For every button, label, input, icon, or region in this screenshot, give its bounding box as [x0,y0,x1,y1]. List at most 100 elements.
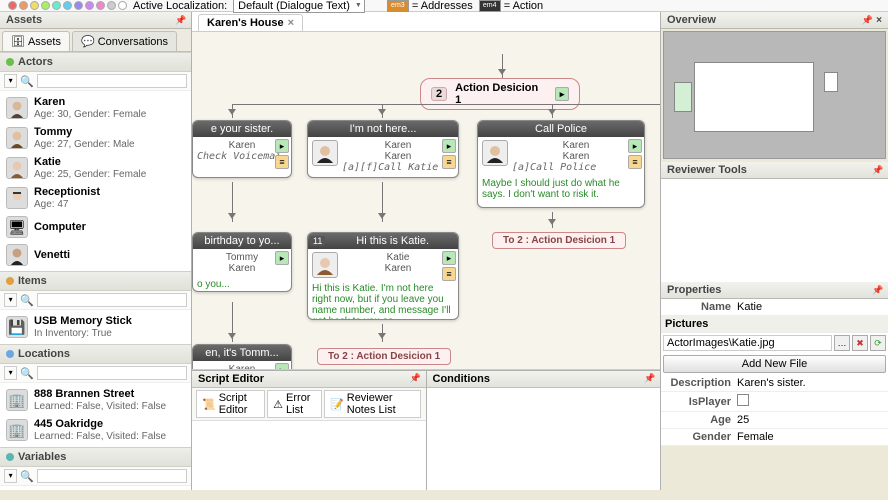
localization-label: Active Localization: [133,0,227,12]
isplayer-checkbox[interactable] [737,394,749,406]
link-node[interactable]: To 2 : Action Desicion 1 [317,348,451,365]
pin-icon[interactable]: 📌 [872,285,882,295]
script-editor-panel: Script Editor📌 📜Script Editor ⚠Error Lis… [192,371,427,490]
var-completed[interactable]: CompletedMission [ Boolean ]Initial Valu… [0,488,191,490]
pictures-header: Pictures [665,318,708,330]
conversation-tab[interactable]: Karen's House× [198,14,303,31]
close-icon[interactable]: × [288,17,294,29]
actor-item-karen[interactable]: KarenAge: 30, Gender: Female [0,93,191,123]
script-icon[interactable]: ≡ [442,155,456,169]
pin-icon[interactable]: 📌 [862,15,873,25]
actor-item-receptionist[interactable]: ReceptionistAge: 47 [0,183,191,213]
actor-item-computer[interactable]: 🖥Computer [0,213,191,241]
pin-icon[interactable]: 📌 [175,15,185,25]
actors-list: KarenAge: 30, Gender: Female TommyAge: 2… [0,91,191,271]
accept-icon[interactable]: ▸ [275,363,289,370]
dialogue-node[interactable]: e your sister. KarenCheck Voicemai ▸≡ [192,120,292,178]
tab-assets[interactable]: 🗄Assets [2,31,70,51]
locations-section-header[interactable]: Locations [0,345,191,364]
refresh-icon[interactable]: ⟳ [870,335,886,351]
dialogue-node[interactable]: en, it's Tomm... Karen ▸ [192,344,292,370]
omega-icon [6,453,14,461]
dialogue-node[interactable]: 11Hi this is Katie. KatieKaren Hi this i… [307,232,459,320]
prop-value-gender[interactable]: Female [737,431,884,443]
actor-item-katie[interactable]: KatieAge: 25, Gender: Female [0,153,191,183]
item-search-input[interactable] [37,293,187,307]
dialogue-node[interactable]: birthday to yo... TommyKaren o you... ▸ [192,232,292,292]
actor-avatar [312,140,338,166]
accept-icon[interactable]: ▸ [275,139,289,153]
overview-minimap[interactable] [663,31,886,159]
variables-section-header[interactable]: Variables [0,448,191,467]
prop-label-gender: Gender [665,431,737,443]
search-icon: 🔍 [20,367,34,380]
localization-dropdown[interactable]: Default (Dialogue Text) [233,0,365,13]
actors-section-header[interactable]: Actors [0,53,191,72]
tab-script-editor[interactable]: 📜Script Editor [196,390,265,418]
link-node[interactable]: To 2 : Action Desicion 1 [492,232,626,249]
chat-icon: 💬 [81,35,95,48]
search-icon: 🔍 [20,294,34,307]
filter-dropdown[interactable]: ▾ [4,469,17,483]
note-icon: 📝 [330,398,344,411]
filter-dropdown[interactable]: ▾ [4,366,17,380]
prop-label-age: Age [665,414,737,426]
prop-label-name: Name [665,301,737,313]
browse-icon[interactable]: … [834,335,850,351]
actor-avatar [312,252,338,278]
tab-error-list[interactable]: ⚠Error List [267,390,322,418]
decision-node[interactable]: 2 Action Desicion 1 ▸ [420,78,580,110]
location-brannen[interactable]: 🏢888 Brannen StreetLearned: False, Visit… [0,385,191,415]
play-icon[interactable]: ▸ [555,87,569,101]
legend-action: em4 = Action [479,0,543,12]
actor-search-input[interactable] [37,74,187,88]
search-icon: 🔍 [20,75,34,88]
dialogue-node[interactable]: I'm not here... KarenKaren[a][f]Call Kat… [307,120,459,178]
prop-label-isplayer: IsPlayer [665,396,737,408]
search-icon: 🔍 [20,470,34,483]
items-section-header[interactable]: Items [0,272,191,291]
tab-conversations[interactable]: 💬Conversations [72,31,177,51]
actor-avatar [482,140,508,166]
close-icon[interactable]: × [876,15,882,26]
dialogue-node[interactable]: Call Police KarenKaren[a]Call Police May… [477,120,645,208]
prop-label-desc: Description [665,377,737,389]
picture-path-input[interactable] [663,335,832,351]
tab-reviewer-notes[interactable]: 📝Reviewer Notes List [324,390,421,418]
item-usb[interactable]: 💾USB Memory StickIn Inventory: True [0,312,191,342]
pin-icon[interactable]: 📌 [644,373,654,383]
database-icon: 🗄 [11,35,25,48]
variable-search-input[interactable] [37,469,187,483]
reviewer-title: Reviewer Tools [667,164,747,176]
top-toolbar: Active Localization: Default (Dialogue T… [0,0,888,12]
accept-icon[interactable]: ▸ [628,139,642,153]
pin-icon[interactable]: 📌 [410,373,420,383]
filter-dropdown[interactable]: ▾ [4,293,17,307]
accept-icon[interactable]: ▸ [442,139,456,153]
overview-title: Overview [667,14,716,26]
color-palette[interactable] [8,1,127,10]
script-icon[interactable]: ≡ [275,155,289,169]
assets-panel: Assets 📌 🗄Assets 💬Conversations Actors ▾… [0,12,192,490]
delete-icon[interactable]: ✖ [852,335,868,351]
accept-icon[interactable]: ▸ [442,251,456,265]
dialogue-canvas[interactable]: 2 Action Desicion 1 ▸ e your sister. Kar… [192,32,660,370]
prop-value-age[interactable]: 25 [737,414,884,426]
accept-icon[interactable]: ▸ [275,251,289,265]
prop-value-name[interactable]: Katie [737,301,884,313]
filter-dropdown[interactable]: ▾ [4,74,17,88]
location-oakridge[interactable]: 🏢445 OakridgeLearned: False, Visited: Fa… [0,415,191,445]
add-new-file-button[interactable]: Add New File [663,355,886,373]
script-icon: 📜 [202,398,216,411]
warning-icon: ⚠ [273,398,283,411]
script-icon[interactable]: ≡ [628,155,642,169]
assets-panel-header: Assets 📌 [0,12,191,29]
conditions-panel: Conditions📌 [427,371,661,490]
location-search-input[interactable] [37,366,187,380]
prop-value-desc[interactable]: Karen's sister. [737,377,884,389]
pin-icon[interactable]: 📌 [872,165,882,175]
script-icon[interactable]: ≡ [442,267,456,281]
actor-item-tommy[interactable]: TommyAge: 27, Gender: Male [0,123,191,153]
actor-item-venetti[interactable]: Venetti [0,241,191,269]
legend-addresses: em3 = Addresses [387,0,473,12]
